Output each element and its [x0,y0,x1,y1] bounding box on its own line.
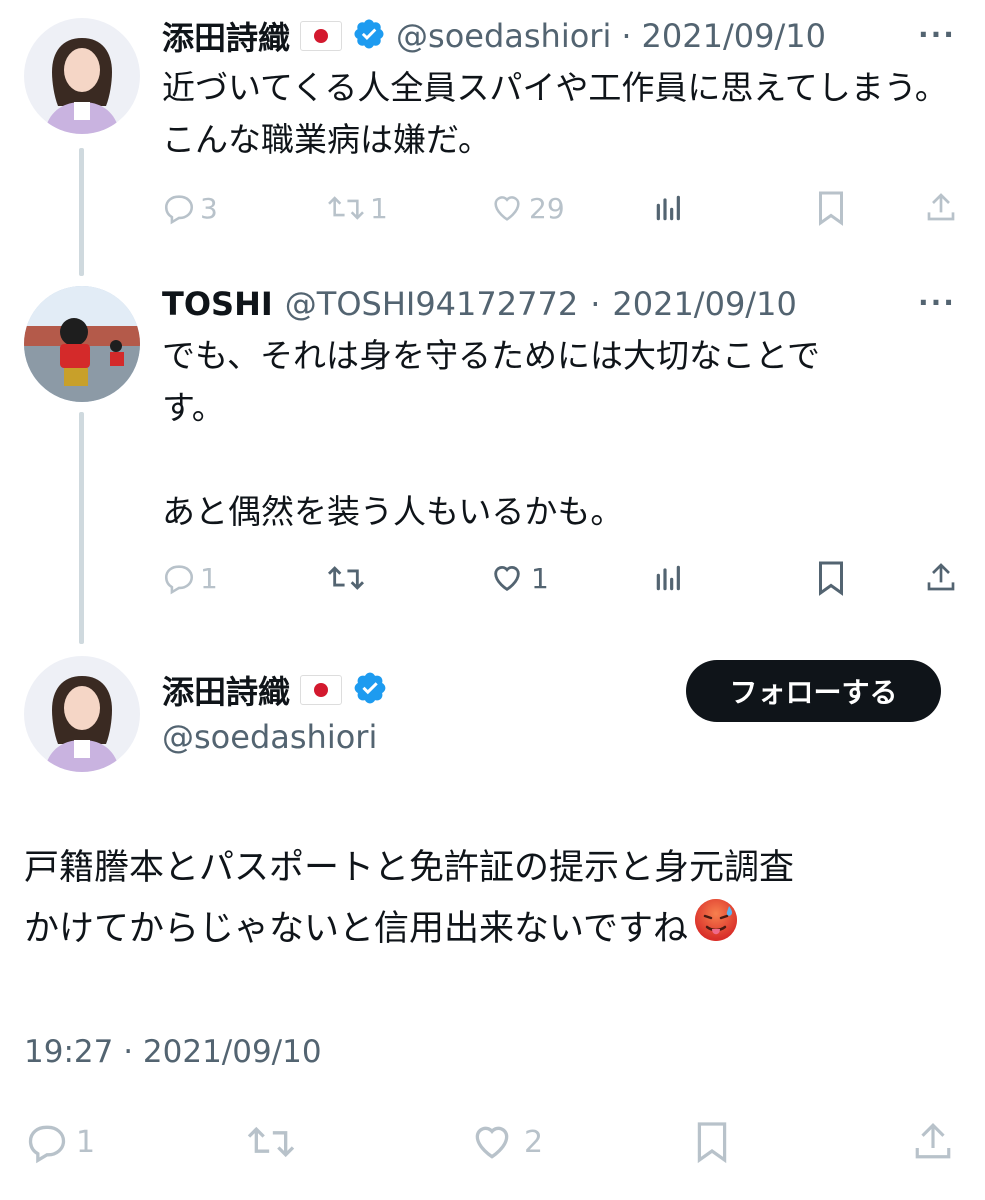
share-action[interactable] [925,190,957,224]
handle[interactable]: @soedashiori [162,718,377,756]
follow-button[interactable]: フォローする [686,660,941,722]
display-name[interactable]: 添田詩織 [162,667,290,713]
handle[interactable]: @soedashiori [396,17,611,55]
bookmark-icon [819,561,843,596]
main-tweet-header: 添田詩織 [162,666,388,714]
display-name[interactable]: TOSHI [162,285,273,323]
retweet-icon [327,566,365,590]
tweet-header: 添田詩織 @soedashiori · 2021/09/10 [162,14,826,58]
views-action[interactable] [653,192,685,224]
share-icon [927,563,955,591]
share-action[interactable] [925,560,957,594]
tweet-header: TOSHI @TOSHI94172772 · 2021/09/10 [162,282,797,326]
tweet-text-line: かけてからじゃないと信用出来ないですね [24,908,688,949]
thread-connector [79,148,84,276]
reply-icon [164,565,194,595]
tweet-date[interactable]: 2021/09/10 [612,285,796,323]
avatar[interactable] [24,286,140,402]
like-action[interactable]: 1 [489,560,549,596]
reply-count: 1 [76,1124,96,1160]
main-tweet-text: 戸籍謄本とパスポートと免許証の提示と身元調査 かけてからじゃないと信用出来ないで… [24,840,964,961]
reply-count: 1 [200,561,218,595]
retweet-icon [328,196,364,220]
retweet-action[interactable]: 1 [326,190,388,226]
like-count: 29 [529,191,565,225]
share-action[interactable] [912,1118,954,1164]
reply-icon [28,1125,66,1164]
hot-face-emoji-icon [692,896,740,961]
timestamp[interactable]: 19:27 · 2021/09/10 [24,1034,322,1070]
tweet-text-line: す。 [162,388,225,427]
tweet-text-line: 戸籍謄本とパスポートと免許証の提示と身元調査 [24,848,795,888]
tweet-text-line: あと偶然を装う人もいるかも。 [162,492,624,531]
avatar[interactable] [24,656,140,772]
japan-flag-icon [300,21,343,51]
bookmark-action[interactable] [694,1118,730,1166]
tweet-text: 近づいてくる人全員スパイや工作員に思えてしまう。こんな職業病は嫌だ。 [162,68,948,159]
heart-icon [475,1126,509,1159]
reply-action[interactable]: 1 [24,1120,95,1164]
reply-action[interactable]: 1 [162,560,218,596]
tweet-date[interactable]: 2021/09/10 [642,17,826,55]
verified-badge-icon[interactable] [352,670,388,710]
like-action[interactable]: 29 [489,190,565,226]
heart-icon [494,196,520,221]
retweet-icon [247,1126,295,1158]
analytics-icon [656,195,680,221]
analytics-icon [656,565,680,591]
bookmark-icon [819,191,843,226]
reply-action[interactable]: 3 [162,190,218,226]
like-count: 2 [524,1124,544,1160]
bookmark-action[interactable] [816,560,846,596]
share-icon [915,1123,951,1159]
retweet-count: 1 [370,191,388,225]
more-options-icon[interactable]: ··· [918,286,956,319]
bookmark-icon [697,1122,727,1164]
separator: · [590,285,601,323]
like-action[interactable]: 2 [468,1120,543,1164]
like-count: 1 [531,561,549,595]
avatar[interactable] [24,18,140,134]
retweet-action[interactable] [244,1120,298,1164]
bookmark-action[interactable] [816,190,846,226]
thread-connector [79,412,84,644]
japan-flag-icon [300,675,343,705]
handle[interactable]: @TOSHI94172772 [285,285,578,323]
tweet-text: でも、それは身を守るためには大切なことで す。 あと偶然を装う人もいるかも。 [162,330,952,538]
views-action[interactable] [653,562,685,594]
reply-icon [164,195,194,225]
verified-badge-icon[interactable] [352,17,386,55]
separator: · [621,17,632,55]
more-options-icon[interactable]: ··· [918,18,956,51]
share-icon [927,193,955,221]
tweet-text-line: でも、それは身を守るためには大切なことで [162,336,821,375]
retweet-action[interactable] [326,560,366,596]
heart-icon [494,566,520,592]
display-name[interactable]: 添田詩織 [162,13,290,59]
reply-count: 3 [200,191,218,225]
